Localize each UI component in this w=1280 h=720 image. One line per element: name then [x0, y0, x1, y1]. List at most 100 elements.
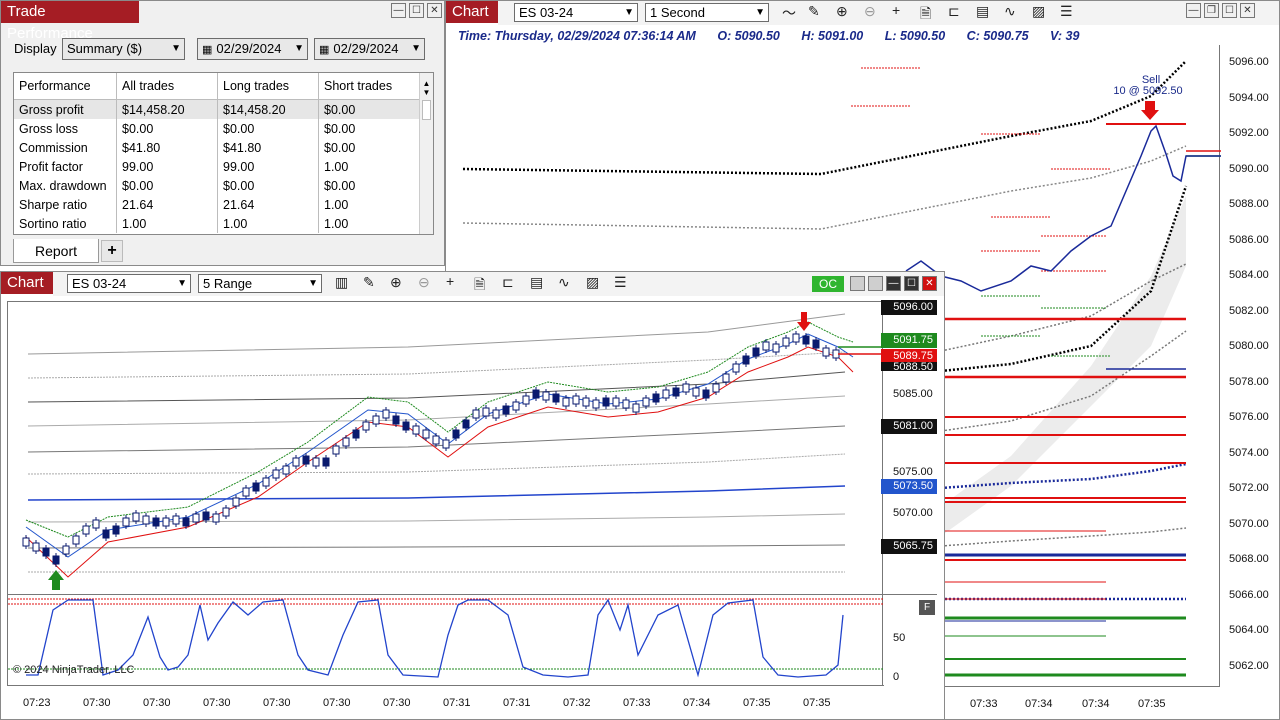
- templates-icon[interactable]: ▨: [1032, 3, 1045, 20]
- indicators-icon[interactable]: ▤: [976, 3, 989, 20]
- zoom-in-icon[interactable]: ⊕: [836, 3, 848, 20]
- price-tag-5065-75: 5065.75: [881, 539, 937, 554]
- oc-button[interactable]: OC: [812, 276, 844, 292]
- price-tag-5081: 5081.00: [881, 419, 937, 434]
- instrument-value: ES 03-24: [72, 276, 127, 291]
- trade-performance-title-bar[interactable]: Trade Performance: [1, 1, 139, 42]
- scroll-down-icon[interactable]: ▼: [420, 88, 433, 97]
- table-row[interactable]: Sharpe ratio 21.64 21.64 1.00: [14, 195, 430, 214]
- column-header[interactable]: Performance: [14, 73, 117, 100]
- list-icon[interactable]: ☰: [1060, 3, 1073, 20]
- templates-icon[interactable]: ▨: [586, 274, 599, 291]
- indicators-icon[interactable]: ▤: [530, 274, 543, 291]
- x-tick-label: 07:35: [743, 697, 771, 709]
- table-row[interactable]: Gross loss $0.00 $0.00 $0.00: [14, 119, 430, 138]
- list-icon[interactable]: ☰: [614, 274, 627, 291]
- y-tick-label: 5080.00: [1229, 340, 1269, 352]
- properties-icon[interactable]: 🗎: [474, 274, 485, 298]
- chart-title-bar[interactable]: Chart: [446, 1, 498, 23]
- strategy-icon[interactable]: ∿: [558, 274, 570, 291]
- instrument-select[interactable]: ES 03-24 ▼: [514, 3, 638, 22]
- column-header[interactable]: Short trades: [318, 73, 430, 100]
- display-select[interactable]: Summary ($) ▼: [62, 38, 185, 60]
- properties-icon[interactable]: 🗎: [920, 3, 931, 27]
- minimize-icon[interactable]: —: [886, 276, 901, 291]
- candle: [682, 383, 690, 393]
- scroll-thumb[interactable]: [422, 100, 431, 120]
- calendar-icon: ▦: [319, 44, 330, 56]
- range-chart-plot[interactable]: [8, 302, 883, 594]
- close-icon[interactable]: ✕: [427, 3, 442, 18]
- table-row[interactable]: Max. drawdown $0.00 $0.00 $0.00: [14, 176, 430, 195]
- chart-title-bar[interactable]: Chart: [1, 272, 53, 294]
- candle: [32, 542, 40, 552]
- chevron-down-icon: ▼: [171, 43, 181, 54]
- crosshair-icon[interactable]: +: [446, 273, 454, 289]
- table-cell: Gross loss: [14, 119, 117, 138]
- interval-select[interactable]: 5 Range ▼: [198, 274, 322, 293]
- zoom-out-icon[interactable]: ⊖: [418, 274, 430, 291]
- y-tick-label: 5072.00: [1229, 482, 1269, 494]
- maximize-icon[interactable]: ☐: [904, 276, 919, 291]
- scroll-up-icon[interactable]: ▲: [420, 79, 433, 88]
- candle: [812, 339, 820, 349]
- close-icon[interactable]: ✕: [922, 276, 937, 291]
- candle: [272, 469, 280, 479]
- y-tick-label: 5070.00: [893, 507, 933, 519]
- pencil-icon[interactable]: ✎: [808, 3, 820, 20]
- column-header[interactable]: All trades: [116, 73, 218, 100]
- strategy-icon[interactable]: ∿: [1004, 3, 1016, 20]
- table-row[interactable]: Profit factor 99.00 99.00 1.00: [14, 157, 430, 176]
- zoom-in-icon[interactable]: ⊕: [390, 274, 402, 291]
- date-to-value: 02/29/2024: [333, 41, 399, 56]
- candle: [452, 429, 460, 439]
- crosshair-icon[interactable]: +: [892, 2, 900, 18]
- table-row[interactable]: Commission $41.80 $41.80 $0.00: [14, 138, 430, 157]
- candle: [442, 439, 450, 449]
- candle: [322, 457, 330, 467]
- candle: [542, 391, 550, 401]
- restore-icon[interactable]: ❐: [1204, 3, 1219, 18]
- bars-icon[interactable]: ▥: [335, 274, 348, 291]
- tab-report[interactable]: Report: [13, 239, 99, 263]
- y-tick-label: 5096.00: [1229, 56, 1269, 68]
- table-row[interactable]: Sortino ratio 1.00 1.00 1.00: [14, 214, 430, 233]
- bar-type-icon[interactable]: ⊏: [948, 3, 960, 20]
- candle: [392, 415, 400, 425]
- maximize-icon[interactable]: ☐: [409, 3, 424, 18]
- buy-arrow-icon: [48, 570, 64, 590]
- date-from-picker[interactable]: ▦ 02/29/2024 ▼: [197, 38, 308, 60]
- minimize-icon[interactable]: —: [1186, 3, 1201, 18]
- table-row[interactable]: Gross profit $14,458.20 $14,458.20 $0.00: [14, 99, 430, 119]
- minimize-icon[interactable]: —: [391, 3, 406, 18]
- interval-select[interactable]: 1 Second ▼: [645, 3, 769, 22]
- table-cell: $0.00: [116, 176, 218, 195]
- date-to-picker[interactable]: ▦ 02/29/2024 ▼: [314, 38, 425, 60]
- link-icon[interactable]: [850, 276, 865, 291]
- candle: [462, 419, 470, 429]
- add-tab-button[interactable]: +: [101, 240, 123, 262]
- bar-type-icon[interactable]: ⊏: [502, 274, 514, 291]
- oscillator-plot[interactable]: [8, 595, 883, 685]
- line-draw-icon[interactable]: 〜: [782, 3, 796, 23]
- candle: [372, 415, 380, 425]
- candle: [602, 397, 610, 407]
- table-scrollbar[interactable]: ▲ ▼: [419, 73, 433, 234]
- table-cell: 21.64: [116, 195, 218, 214]
- column-header[interactable]: Long trades: [217, 73, 319, 100]
- info-high: H: 5091.00: [801, 29, 864, 43]
- y-tick-label: 5068.00: [1229, 553, 1269, 565]
- instrument-select[interactable]: ES 03-24 ▼: [67, 274, 191, 293]
- link2-icon[interactable]: [868, 276, 883, 291]
- dotted-band-mid: [462, 145, 1187, 230]
- candle: [182, 517, 190, 527]
- performance-table: Performance All trades Long trades Short tr…: [14, 73, 430, 233]
- pencil-icon[interactable]: ✎: [363, 274, 375, 291]
- candle: [212, 513, 220, 523]
- x-tick-label: 07:34: [1082, 698, 1110, 710]
- maximize-icon[interactable]: ☐: [1222, 3, 1237, 18]
- x-tick-label: 07:30: [263, 697, 291, 709]
- close-icon[interactable]: ✕: [1240, 3, 1255, 18]
- zoom-out-icon[interactable]: ⊖: [864, 3, 876, 20]
- osc-badge[interactable]: F: [919, 600, 935, 615]
